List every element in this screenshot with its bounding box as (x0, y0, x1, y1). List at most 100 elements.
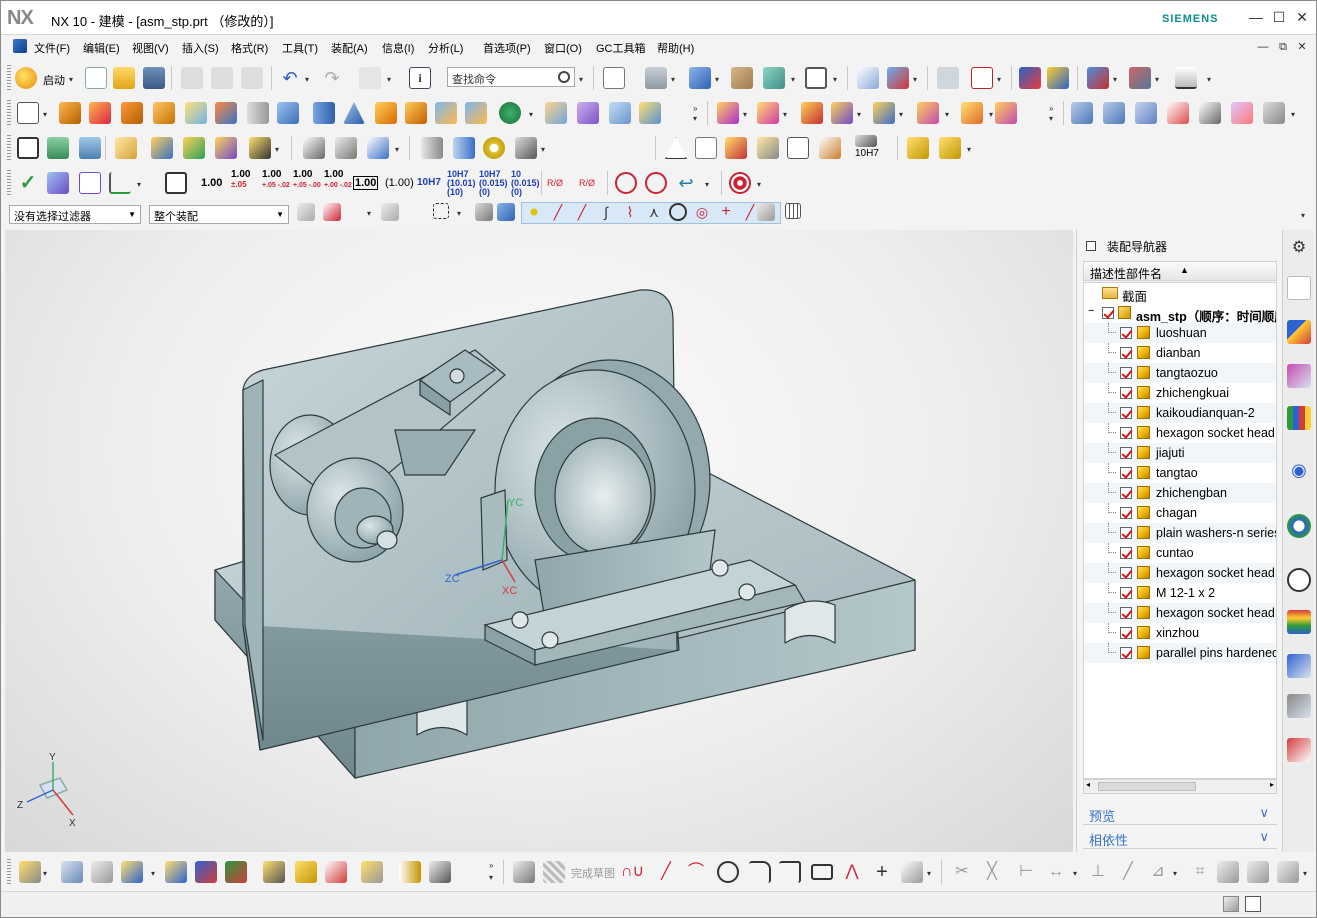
repeat-command-icon[interactable] (359, 67, 381, 89)
menu-assembly[interactable]: 装配(A) (331, 40, 368, 56)
start-icon[interactable] (15, 67, 37, 89)
unite-icon[interactable] (435, 102, 457, 124)
mirror-feature-icon[interactable] (375, 102, 397, 124)
tree-row-component[interactable]: jiajuti (1084, 443, 1276, 463)
save-icon[interactable] (143, 67, 165, 89)
visibility-checkbox[interactable] (1120, 347, 1132, 359)
vehicle-icon[interactable] (757, 137, 779, 159)
drawing-sheet-icon[interactable] (787, 137, 809, 159)
arc-dim-icon[interactable] (645, 172, 667, 194)
wcs-icon[interactable] (971, 67, 993, 89)
panel-dependencies[interactable]: 相依性 ∨ (1083, 827, 1277, 849)
move-icon[interactable] (165, 861, 187, 883)
new-component-icon[interactable] (757, 102, 779, 124)
tree-row-component[interactable]: parallel pins hardened (1084, 643, 1276, 663)
doc-minimize-button[interactable]: — (1252, 37, 1274, 57)
menu-format[interactable]: 格式(R) (231, 40, 268, 56)
draft-icon[interactable] (577, 102, 599, 124)
tree-row-root[interactable]: − asm_stp（顺序：时间顺序） (1084, 303, 1276, 323)
box-select-icon[interactable] (433, 203, 449, 219)
explode-view-icon[interactable] (961, 102, 983, 124)
collapse-icon[interactable]: − (1088, 305, 1094, 317)
component-pattern-icon[interactable] (801, 102, 823, 124)
toolbar-grip[interactable] (7, 170, 11, 196)
weld-icon[interactable] (367, 137, 389, 159)
offset-curve-icon[interactable] (901, 861, 923, 883)
bounding-box-icon[interactable] (17, 137, 39, 159)
web-browser-icon[interactable] (1287, 514, 1311, 538)
settings-gear-icon[interactable]: ⚙ (1287, 236, 1311, 260)
navigator-pin-icon[interactable] (1086, 241, 1096, 251)
status-selection-icon[interactable] (1223, 896, 1239, 912)
grid-icon[interactable] (785, 203, 801, 219)
render-style-icon[interactable] (645, 67, 667, 89)
add-attribute-icon[interactable] (725, 137, 747, 159)
surface-through-curves-icon[interactable] (1071, 102, 1093, 124)
pencil-note-icon[interactable] (115, 137, 137, 159)
pmi-note-icon[interactable] (47, 172, 69, 194)
new-file-icon[interactable] (85, 67, 107, 89)
constraint-navigator-icon[interactable] (1287, 320, 1311, 344)
quick-extend-icon[interactable]: ╳ (981, 861, 1003, 883)
roles-icon[interactable] (1287, 738, 1311, 762)
chamfer-icon[interactable] (639, 102, 661, 124)
replace-component-icon[interactable] (151, 137, 173, 159)
mid-point-icon[interactable]: ╱ (573, 203, 591, 221)
brush-icon[interactable] (819, 137, 841, 159)
minimize-button[interactable]: — (1245, 7, 1267, 27)
toolbar-grip[interactable] (7, 100, 11, 126)
geometric-constraints-icon[interactable]: ⊥ (1087, 861, 1109, 883)
graphics-window[interactable]: YC ZC XC Y Z X (5, 230, 1073, 852)
menu-analysis[interactable]: 分析(L) (428, 40, 463, 56)
abs-report-icon[interactable] (249, 137, 271, 159)
menu-gc-toolbox[interactable]: GC工具箱 (596, 40, 646, 56)
visibility-checkbox[interactable] (1120, 367, 1132, 379)
chamfer-sketch-icon[interactable] (779, 861, 801, 883)
dim-nominal[interactable]: 1.00 (201, 177, 222, 189)
part-cube-icon[interactable] (61, 861, 83, 883)
select-solid-icon[interactable] (475, 203, 493, 221)
intersect-icon[interactable] (499, 102, 521, 124)
curve-point-icon[interactable]: ∫ (597, 203, 615, 221)
studio-surface-icon[interactable] (1135, 102, 1157, 124)
dimension-frame-icon[interactable] (165, 172, 187, 194)
cone-icon[interactable] (343, 102, 365, 124)
type-filter-select[interactable]: 没有选择过滤器 ▼ (9, 205, 141, 224)
tree-row-component[interactable]: dianban (1084, 343, 1276, 363)
mirror-assembly-icon[interactable] (831, 102, 853, 124)
dim-fit-limits-b[interactable]: 10H7 (0.015) (0) (479, 170, 508, 197)
snap-point-icon[interactable] (323, 203, 341, 221)
visibility-checkbox[interactable] (1120, 507, 1132, 519)
menu-tools[interactable]: 工具(T) (282, 40, 318, 56)
convert-reference-icon[interactable]: ⌗ (1189, 861, 1211, 883)
dim-reference[interactable]: (1.00) (385, 177, 414, 189)
link-icon[interactable] (399, 861, 421, 883)
finish-sketch-label[interactable]: 完成草图 (571, 865, 615, 881)
fillet-icon[interactable] (749, 861, 771, 883)
scrollbar-thumb[interactable] (1098, 782, 1196, 791)
measure-distance-icon[interactable] (1087, 67, 1109, 89)
menu-insert[interactable]: 插入(S) (182, 40, 219, 56)
history-clock-icon[interactable] (1287, 568, 1311, 592)
profile-icon[interactable]: ∩∪ (621, 861, 644, 883)
hd3d-tools-icon[interactable]: ◉ (1287, 458, 1311, 482)
system-materials-icon[interactable] (1287, 610, 1311, 634)
rectangle-icon[interactable] (811, 864, 833, 880)
explode-icon[interactable] (325, 861, 347, 883)
horizontal-scrollbar[interactable]: ◂ ▸ (1083, 779, 1277, 794)
tree-row-component[interactable]: zhichengban (1084, 483, 1276, 503)
tree-row-component[interactable]: xinzhou (1084, 623, 1276, 643)
edit-section-icon[interactable] (731, 67, 753, 89)
assembly-model[interactable]: YC ZC XC Y Z X (5, 230, 1073, 852)
tree-row-component[interactable]: M 12-1 x 2 (1084, 583, 1276, 603)
visibility-checkbox[interactable] (1120, 587, 1132, 599)
move-component-icon[interactable] (873, 102, 895, 124)
menu-info[interactable]: 信息(I) (382, 40, 414, 56)
select-body-icon[interactable] (497, 203, 515, 221)
tree-row-sections[interactable]: 截面 (1084, 283, 1276, 303)
polygon-line-icon[interactable]: ⋀ (841, 861, 863, 883)
curve-analysis-icon[interactable] (1129, 67, 1151, 89)
part-navigator-icon[interactable] (1287, 364, 1311, 388)
existing-point-icon[interactable]: + (717, 203, 735, 221)
pmi-table-icon[interactable] (79, 172, 101, 194)
